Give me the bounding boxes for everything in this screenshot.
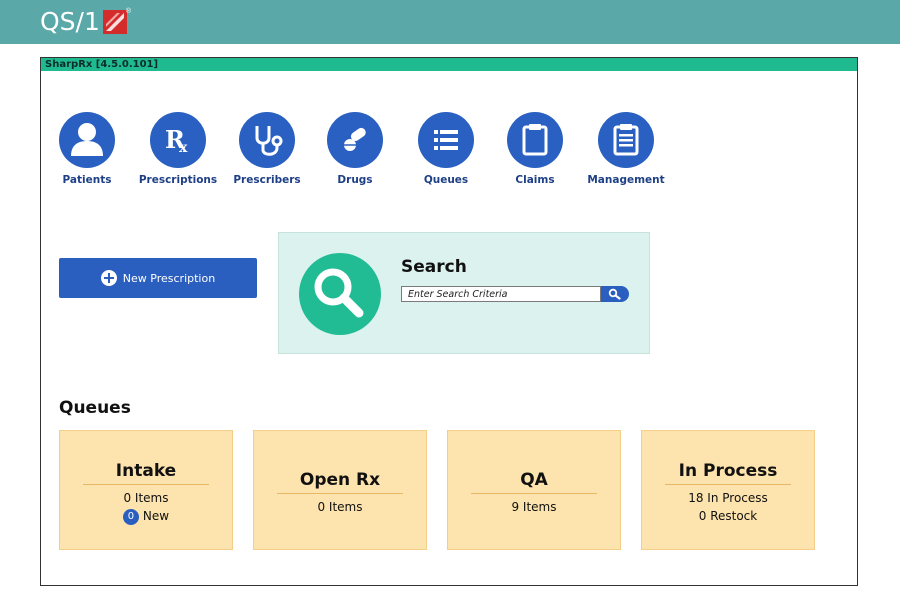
patient-icon[interactable] [59,112,115,168]
queue-new-label: New [142,509,170,523]
top-banner: QS/1 ® [0,0,900,44]
app-window: SharpRx [4.5.0.101] Patients R x Prescri… [40,57,858,586]
registered-mark: ® [125,8,132,15]
new-prescription-button[interactable]: New Prescription [59,258,257,298]
app-title: SharpRx [4.5.0.101] [45,59,159,70]
nav-claims[interactable]: Claims [495,112,575,186]
nav-management[interactable]: Management [586,112,666,186]
nav-prescribers[interactable]: Prescribers [227,112,307,186]
nav-prescriptions[interactable]: R x Prescriptions [138,112,218,186]
queue-title: Intake [115,461,177,481]
search-button[interactable] [601,286,629,302]
nav-label: Prescriptions [138,174,218,186]
nav-label: Claims [515,174,555,186]
nav-drugs[interactable]: Drugs [315,112,395,186]
queue-count: 0 Items [317,500,363,514]
clipboard-icon[interactable] [507,112,563,168]
nav-label: Prescribers [233,174,301,186]
nav-queues[interactable]: Queues [406,112,486,186]
queue-title: In Process [678,461,778,481]
queue-title: QA [520,470,548,490]
qs1-logo: QS/1 ® [40,6,131,38]
nav-label: Drugs [337,174,373,186]
logo-mark-icon [102,10,127,34]
queue-count: 9 Items [511,500,557,514]
queue-count: 0 Items [123,491,169,505]
nav-patients[interactable]: Patients [47,112,127,186]
rx-icon[interactable]: R x [150,112,206,168]
new-count-badge: 0 [122,508,139,525]
queue-card-intake[interactable]: Intake 0 Items 0 New [59,430,233,550]
queue-card-qa[interactable]: QA 9 Items [447,430,621,550]
divider [665,484,791,485]
pills-icon[interactable] [327,112,383,168]
magnifier-icon [299,253,381,335]
queue-count: 18 In Process [688,491,768,505]
checklist-clipboard-icon[interactable] [598,112,654,168]
search-icon [608,288,621,300]
search-input[interactable] [401,286,601,302]
svg-text:x: x [179,140,188,156]
nav-label: Queues [423,174,469,186]
queue-title: Open Rx [299,470,381,490]
nav-label: Management [587,174,665,186]
queue-new-row: 0 New [60,507,232,525]
plus-circle-icon [100,270,117,286]
nav-label: Patients [62,174,112,186]
stethoscope-icon[interactable] [239,112,295,168]
app-title-bar: SharpRx [4.5.0.101] [41,58,857,71]
logo-text: QS/1 [40,7,100,36]
queue-card-open-rx[interactable]: Open Rx 0 Items [253,430,427,550]
queue-card-in-process[interactable]: In Process 18 In Process 0 Restock [641,430,815,550]
divider [471,493,597,494]
search-panel: Search [278,232,650,354]
queue-restock-count: 0 Restock [698,509,758,523]
divider [83,484,209,485]
search-title: Search [401,257,467,277]
divider [277,493,403,494]
new-prescription-label: New Prescription [122,271,216,285]
list-icon[interactable] [418,112,474,168]
queues-heading: Queues [59,398,131,418]
